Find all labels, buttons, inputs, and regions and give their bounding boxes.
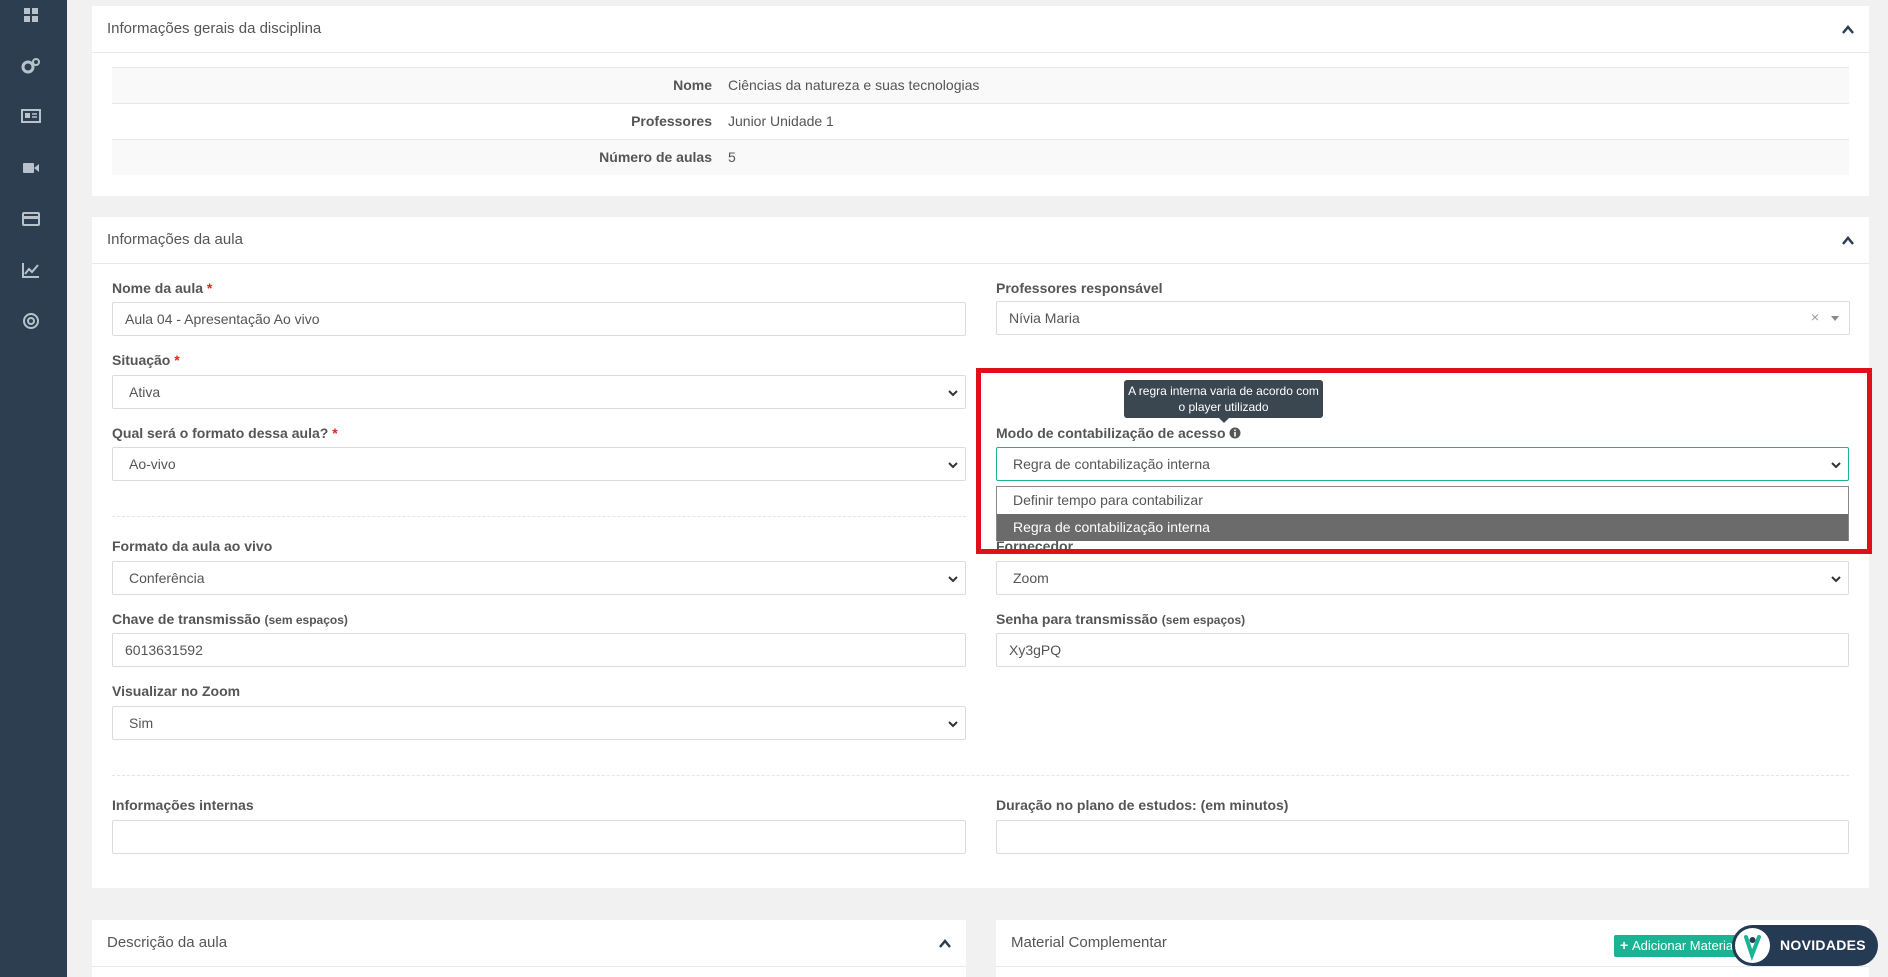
fornecedor-select[interactable]: Zoom [996, 561, 1849, 595]
nome-aula-value: Aula 04 - Apresentação Ao vivo [125, 311, 320, 327]
duracao-label: Duração no plano de estudos: (em minutos… [996, 797, 1289, 813]
chevron-down-icon [1831, 576, 1841, 583]
add-material-button[interactable]: + Adicionar Material [1614, 935, 1740, 957]
formato-ao-vivo-value: Conferência [129, 570, 205, 586]
descricao-panel-title: Descrição da aula [107, 934, 228, 951]
newspaper-icon[interactable] [20, 105, 42, 127]
visualizar-value: Sim [129, 715, 154, 731]
info-value: 5 [728, 149, 736, 165]
formato-value: Ao-vivo [129, 456, 176, 472]
divider [112, 516, 966, 517]
lesson-panel-title: Informações da aula [107, 231, 243, 248]
info-internas-label: Informações internas [112, 797, 254, 813]
chevron-down-icon [948, 576, 958, 583]
descricao-panel: Descrição da aula [92, 920, 966, 977]
formato-ao-vivo-label: Formato da aula ao vivo [112, 538, 273, 554]
info-row-professores: Professores Junior Unidade 1 [112, 103, 1849, 139]
dashboard-icon[interactable] [20, 4, 42, 26]
situacao-label: Situação * [112, 352, 180, 368]
chevron-up-icon[interactable] [938, 937, 952, 951]
video-camera-icon[interactable] [20, 157, 42, 179]
chevron-down-icon [948, 462, 958, 469]
chevron-up-icon[interactable] [1841, 23, 1855, 37]
plus-icon: + [1620, 937, 1629, 953]
chave-label: Chave de transmissão (sem espaços) [112, 611, 348, 627]
discipline-panel-header[interactable]: Informações gerais da disciplina [92, 6, 1869, 53]
credit-card-icon[interactable] [20, 208, 42, 230]
add-material-label: Adicionar Material [1632, 938, 1737, 953]
cogs-icon[interactable] [20, 55, 42, 77]
discipline-info-panel: Informações gerais da disciplina Nome Ci… [92, 6, 1869, 196]
visualizar-label: Visualizar no Zoom [112, 683, 241, 699]
senha-label: Senha para transmissão (sem espaços) [996, 611, 1246, 627]
info-row-nome: Nome Ciências da natureza e suas tecnolo… [112, 67, 1849, 103]
info-label: Professores [631, 113, 712, 129]
info-value: Ciências da natureza e suas tecnologias [728, 77, 980, 93]
lesson-panel-header[interactable]: Informações da aula [92, 217, 1869, 264]
info-internas-input[interactable] [112, 820, 966, 854]
professores-label: Professores responsável [996, 280, 1163, 296]
info-label: Nome [673, 77, 712, 93]
formato-label: Qual será o formato dessa aula? * [112, 425, 338, 441]
chave-input[interactable]: 6013631592 [112, 633, 966, 667]
formato-select[interactable]: Ao-vivo [112, 447, 966, 481]
info-value: Junior Unidade 1 [728, 113, 834, 129]
professores-value: Nívia Maria [1009, 310, 1080, 326]
visualizar-select[interactable]: Sim [112, 706, 966, 740]
chevron-up-icon[interactable] [1841, 234, 1855, 248]
sidebar [0, 0, 67, 977]
line-chart-icon[interactable] [20, 259, 42, 281]
discipline-info-table: Nome Ciências da natureza e suas tecnolo… [112, 67, 1849, 180]
senha-input[interactable]: Xy3gPQ [996, 633, 1849, 667]
formato-ao-vivo-select[interactable]: Conferência [112, 561, 966, 595]
highlight-annotation [976, 368, 1872, 554]
chave-value: 6013631592 [125, 642, 203, 658]
senha-value: Xy3gPQ [1009, 642, 1062, 658]
info-label: Número de aulas [599, 149, 712, 165]
duracao-input[interactable] [996, 820, 1849, 854]
divider [112, 775, 1849, 776]
chevron-down-icon [948, 721, 958, 728]
novidades-label: NOVIDADES [1780, 937, 1866, 953]
fornecedor-value: Zoom [1013, 570, 1049, 586]
situacao-select[interactable]: Ativa [112, 375, 966, 409]
situacao-value: Ativa [129, 384, 161, 400]
material-panel-title: Material Complementar [1011, 934, 1167, 951]
brand-logo-icon [1735, 928, 1770, 963]
nome-aula-input[interactable]: Aula 04 - Apresentação Ao vivo [112, 302, 966, 336]
info-row-numero-aulas: Número de aulas 5 [112, 139, 1849, 175]
caret-down-icon [1831, 316, 1839, 321]
support-icon[interactable] [20, 310, 42, 332]
descricao-panel-header[interactable]: Descrição da aula [92, 920, 966, 967]
nome-aula-label: Nome da aula * [112, 280, 213, 296]
professores-select[interactable]: Nívia Maria × [996, 301, 1850, 335]
discipline-panel-title: Informações gerais da disciplina [107, 20, 322, 37]
chevron-down-icon [948, 390, 958, 397]
clear-icon[interactable]: × [1811, 309, 1819, 325]
novidades-button[interactable]: NOVIDADES [1732, 925, 1878, 966]
